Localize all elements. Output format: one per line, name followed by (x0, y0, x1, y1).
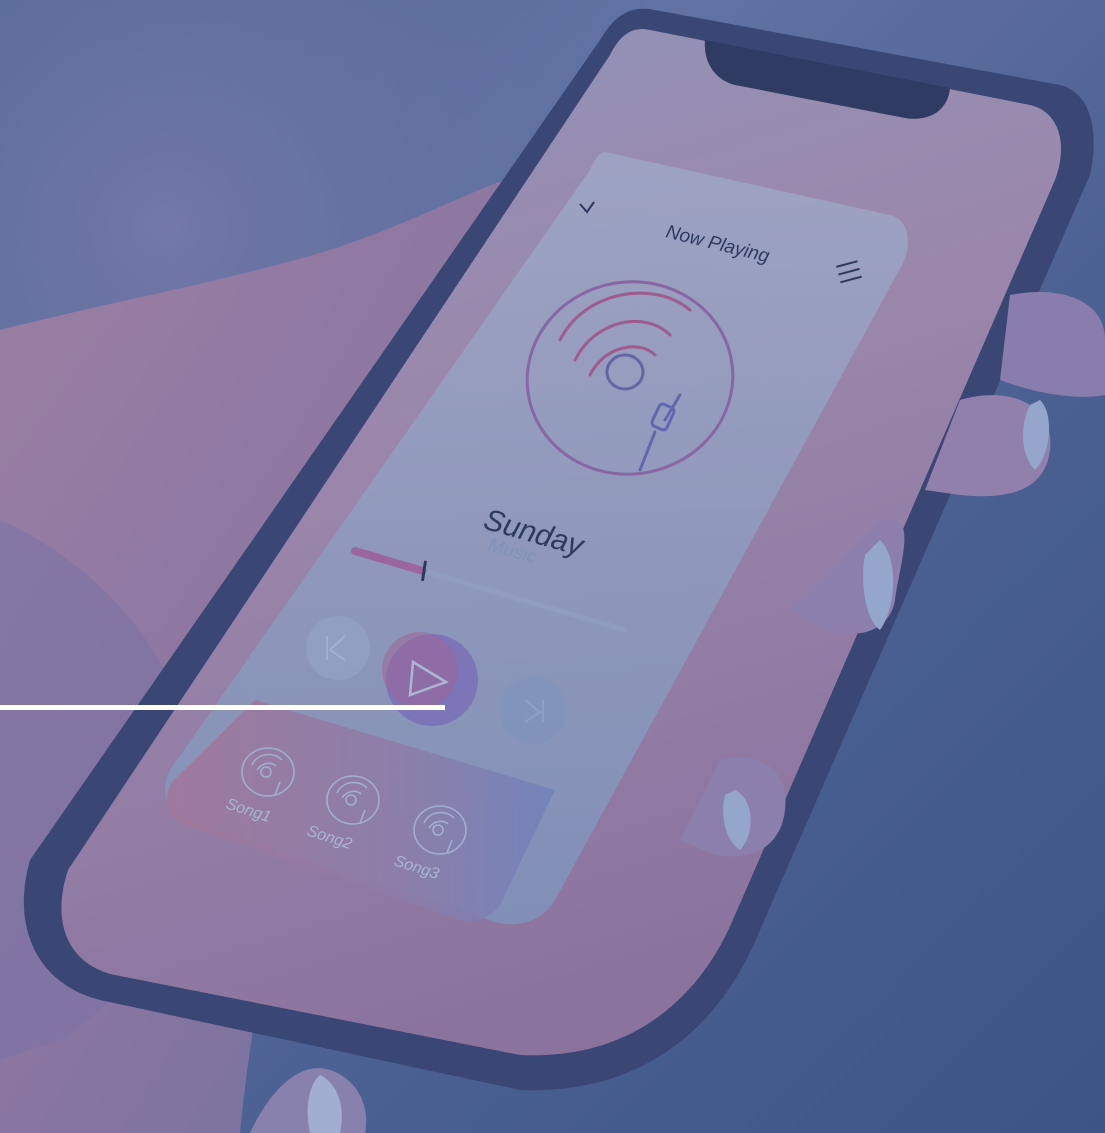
accent-line (0, 705, 445, 710)
photo-scene: Now Playing Sunday Music Song1 Song2 Son… (0, 0, 1105, 1133)
color-overlay (0, 0, 1105, 1133)
